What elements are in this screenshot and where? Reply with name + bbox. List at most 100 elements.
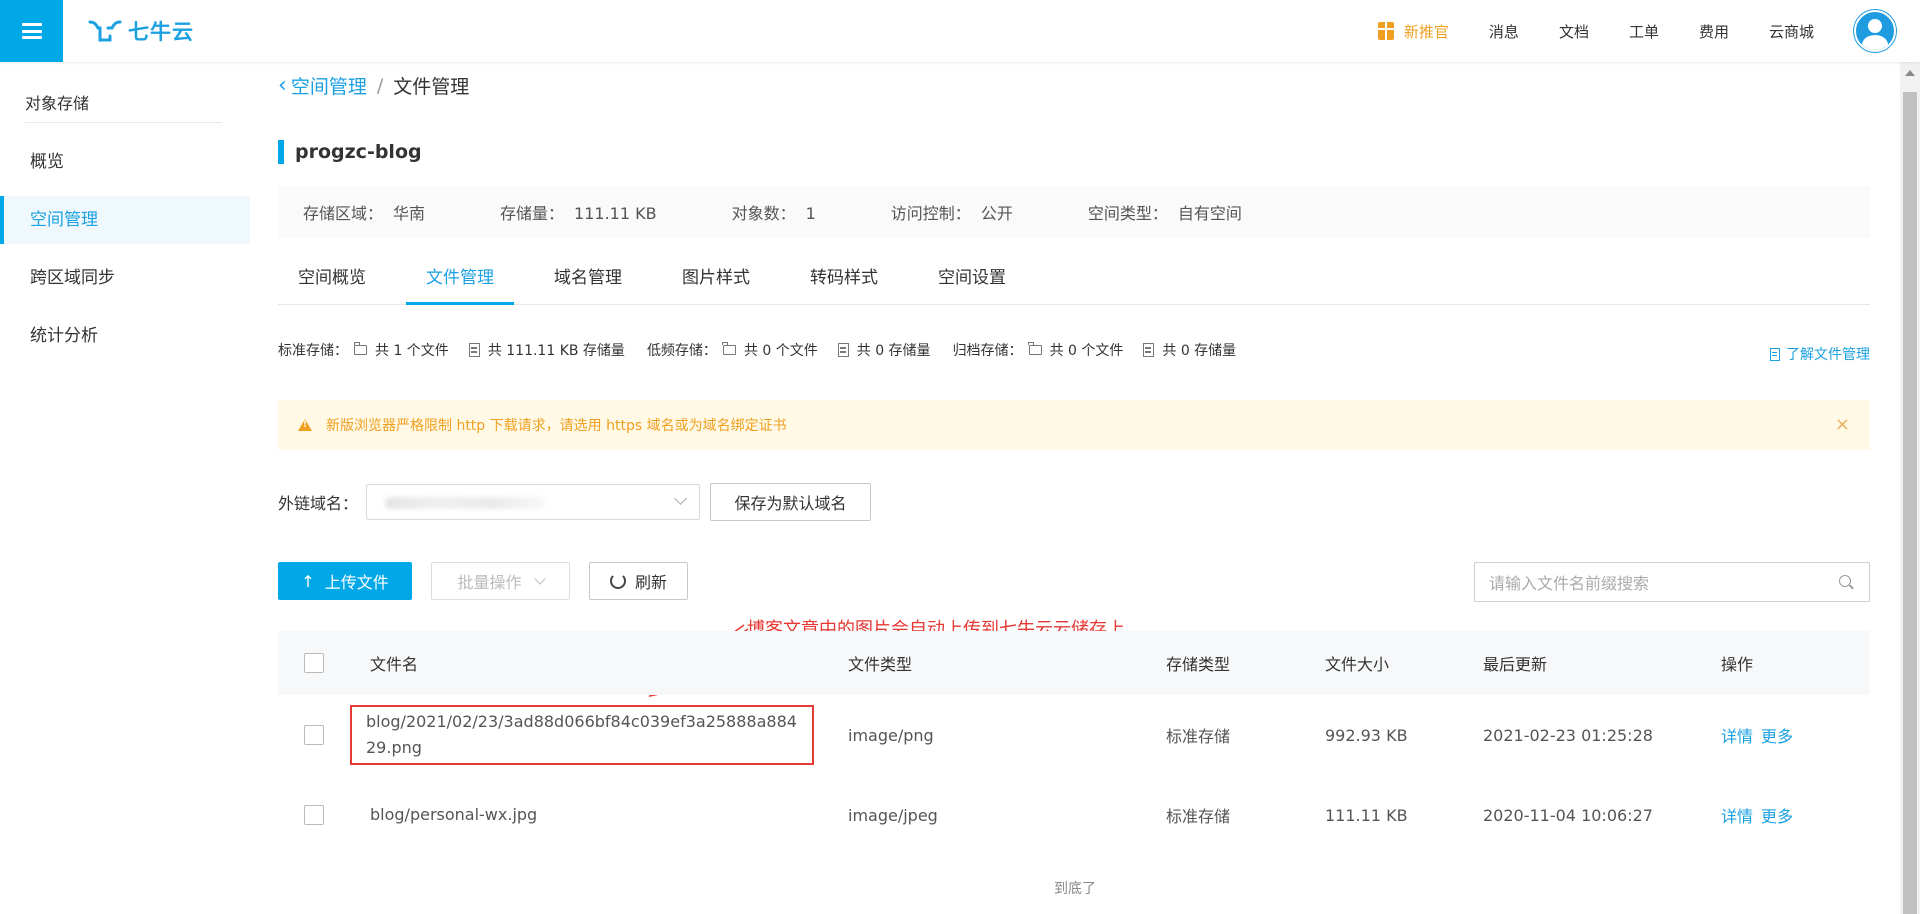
breadcrumb-back-link[interactable]: ‹ 空间管理 — [278, 72, 367, 99]
alert-message: 新版浏览器严格限制 http 下载请求，请选用 https 域名或为域名绑定证书 — [326, 418, 787, 434]
info-objects-label: 对象数： — [731, 204, 796, 223]
nav-docs[interactable]: 文档 — [1559, 21, 1589, 42]
storage-stats: 标准存储： 共 1 个文件 共 111.11 KB 存储量 低频存储： 共 0 … — [278, 340, 1258, 360]
info-access-value: 公开 — [980, 204, 1013, 223]
tab-domain-management[interactable]: 域名管理 — [534, 254, 642, 302]
info-objects: 对象数： 1 — [732, 200, 816, 224]
stat-low-size: 共 0 存储量 — [856, 343, 931, 359]
header-ops: 操作 — [1721, 655, 1754, 674]
top-nav: 新推官 消息 文档 工单 费用 云商城 — [1377, 0, 1920, 62]
nav-tickets[interactable]: 工单 — [1629, 21, 1659, 42]
domain-select[interactable] — [366, 484, 701, 520]
info-region-label: 存储区域： — [303, 204, 384, 223]
page-scrollbar[interactable] — [1900, 62, 1920, 914]
refresh-button[interactable]: 刷新 — [589, 562, 688, 600]
nav-promo[interactable]: 新推官 — [1377, 21, 1449, 42]
table-row: blog/personal-wx.jpg image/jpeg 标准存储 111… — [278, 775, 1870, 855]
bucket-info-bar: 存储区域： 华南 存储量： 111.11 KB 对象数： 1 访问控制： 公开 空间类型… — [278, 186, 1870, 238]
select-all-checkbox[interactable] — [304, 653, 324, 673]
header-type: 文件类型 — [848, 655, 913, 674]
stat-standard-label: 标准存储： — [278, 343, 348, 359]
breadcrumb-back-label: 空间管理 — [290, 76, 367, 98]
info-access: 访问控制： 公开 — [891, 200, 1013, 224]
storage-icon — [468, 343, 480, 357]
header-storage: 存储类型 — [1166, 655, 1231, 674]
nav-billing[interactable]: 费用 — [1699, 21, 1729, 42]
file-type: image/png — [848, 725, 934, 745]
file-name-cell: blog/2021/02/23/3ad88d066bf84c039ef3a258… — [350, 705, 848, 765]
title-accent-bar — [278, 140, 284, 164]
document-icon — [1770, 347, 1780, 361]
nav-promo-label: 新推官 — [1403, 22, 1449, 41]
tab-file-management[interactable]: 文件管理 — [406, 254, 514, 305]
save-default-domain-button[interactable]: 保存为默认域名 — [710, 483, 872, 521]
file-type: image/jpeg — [848, 805, 938, 825]
bucket-title: progzc-blog — [278, 140, 422, 164]
learn-file-management-label: 了解文件管理 — [1786, 347, 1870, 363]
detail-link[interactable]: 详情 — [1721, 807, 1753, 826]
scrollbar-thumb[interactable] — [1903, 92, 1917, 914]
header-name[interactable]: 文件名 — [370, 651, 848, 675]
close-icon[interactable]: × — [1835, 414, 1850, 435]
file-search-input[interactable] — [1475, 563, 1831, 603]
bucket-name: progzc-blog — [295, 141, 422, 163]
file-name-cell: blog/personal-wx.jpg — [370, 802, 848, 828]
chevron-left-icon: ‹ — [278, 72, 287, 98]
avatar[interactable] — [1854, 10, 1896, 52]
row-checkbox[interactable] — [304, 805, 324, 825]
refresh-label: 刷新 — [634, 573, 667, 592]
gift-icon — [1377, 22, 1394, 40]
scroll-up-arrow-icon[interactable] — [1905, 70, 1915, 76]
file-name-highlighted[interactable]: blog/2021/02/23/3ad88d066bf84c039ef3a258… — [350, 705, 814, 765]
file-name[interactable]: blog/personal-wx.jpg — [370, 802, 848, 828]
domain-value-redacted — [385, 497, 546, 509]
menu-button[interactable] — [0, 0, 63, 62]
file-size: 992.93 KB — [1325, 725, 1408, 745]
folder-icon — [722, 342, 736, 355]
info-access-label: 访问控制： — [890, 204, 971, 223]
logo[interactable]: 七牛云 — [88, 16, 194, 46]
sidebar-item-overview[interactable]: 概览 — [0, 138, 250, 186]
search-icon[interactable] — [1839, 575, 1851, 587]
sidebar-item-bucket-management[interactable]: 空间管理 — [0, 196, 250, 244]
hamburger-icon — [21, 23, 42, 39]
row-checkbox[interactable] — [304, 725, 324, 745]
domain-label: 外链域名： — [278, 494, 359, 513]
breadcrumb: ‹ 空间管理 / 文件管理 — [278, 72, 469, 99]
nav-messages[interactable]: 消息 — [1489, 21, 1519, 42]
tab-image-styles[interactable]: 图片样式 — [662, 254, 770, 302]
header-size[interactable]: 文件大小 — [1325, 651, 1483, 675]
sidebar-item-statistics[interactable]: 统计分析 — [0, 312, 250, 360]
file-table: 文件名 文件类型 存储类型 文件大小 最后更新 操作 blog/2021/02/… — [278, 631, 1870, 855]
batch-actions-button[interactable]: 批量操作 — [431, 562, 570, 600]
info-type-label: 空间类型： — [1087, 204, 1168, 223]
stat-archive: 归档存储： 共 0 个文件 共 0 存储量 — [952, 340, 1236, 360]
tab-bucket-settings[interactable]: 空间设置 — [918, 254, 1026, 302]
stat-standard: 标准存储： 共 1 个文件 共 111.11 KB 存储量 — [278, 340, 625, 360]
stat-archive-label: 归档存储： — [952, 343, 1023, 359]
detail-link[interactable]: 详情 — [1721, 727, 1753, 746]
header-checkbox-cell — [278, 653, 370, 673]
tab-transcode-styles[interactable]: 转码样式 — [790, 254, 898, 302]
stat-low-label: 低频存储： — [646, 343, 717, 359]
row-checkbox-cell — [278, 805, 370, 825]
nav-marketplace[interactable]: 云商城 — [1769, 21, 1814, 42]
main-content: ‹ 空间管理 / 文件管理 progzc-blog 存储区域： 华南 存储量： 11… — [250, 62, 1900, 914]
header-updated[interactable]: 最后更新 — [1483, 651, 1721, 675]
upload-file-button[interactable]: ↑ 上传文件 — [278, 562, 412, 600]
info-type-value: 自有空间 — [1177, 204, 1242, 223]
upload-arrow-icon: ↑ — [301, 571, 315, 591]
sidebar-title: 对象存储 — [25, 94, 90, 113]
tab-bucket-overview[interactable]: 空间概览 — [278, 254, 386, 302]
https-warning-alert: 新版浏览器严格限制 http 下载请求，请选用 https 域名或为域名绑定证书… — [278, 400, 1870, 450]
refresh-icon — [609, 573, 626, 589]
sidebar-item-cross-region-sync[interactable]: 跨区域同步 — [0, 254, 250, 302]
table-row: blog/2021/02/23/3ad88d066bf84c039ef3a258… — [278, 695, 1870, 775]
info-objects-value: 1 — [805, 204, 816, 223]
learn-file-management-link[interactable]: 了解文件管理 — [1770, 344, 1870, 364]
stat-low-files: 共 0 个文件 — [743, 343, 818, 359]
info-type: 空间类型： 自有空间 — [1088, 200, 1242, 224]
stat-standard-size: 共 111.11 KB 存储量 — [487, 343, 625, 359]
more-link[interactable]: 更多 — [1761, 727, 1793, 746]
more-link[interactable]: 更多 — [1761, 807, 1793, 826]
